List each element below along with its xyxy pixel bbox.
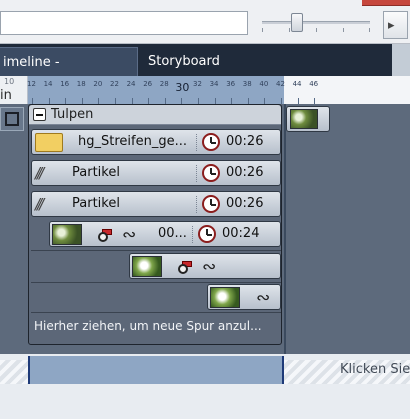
folder-title: Tulpen <box>51 107 94 122</box>
curve-icon: ∾ <box>122 225 137 245</box>
clip-duration: 00:26 <box>226 196 264 211</box>
clock-icon <box>202 195 220 213</box>
clock-icon <box>198 225 216 243</box>
search-input[interactable] <box>0 11 248 35</box>
slider-track <box>262 21 370 24</box>
clip-particle[interactable]: /// Partikel 00:26 <box>31 191 281 217</box>
clip-image-right[interactable] <box>286 106 330 132</box>
slider-tick <box>316 28 317 32</box>
particle-icon: /// <box>35 164 44 182</box>
track-divider <box>31 250 281 251</box>
bottom-selection[interactable] <box>28 356 284 384</box>
clip-duration: 00:24 <box>222 226 260 241</box>
playhead-line <box>284 104 286 354</box>
track-divider <box>31 312 281 313</box>
clip-duration: 00:26 <box>226 134 264 149</box>
mask-icon <box>98 226 114 242</box>
ruler-tick-label: 38 <box>242 80 252 88</box>
ruler-tick-label: 24 <box>126 80 136 88</box>
track-header-handle[interactable] <box>0 107 24 131</box>
track-area: Tulpen hg_Streifen_ge... 00:26 /// Parti… <box>0 104 410 354</box>
ruler-tick-label: 16 <box>60 80 70 88</box>
track-divider <box>31 282 281 283</box>
ruler-tick-label: 30 <box>175 81 190 94</box>
folder-track[interactable]: Tulpen hg_Streifen_ge... 00:26 /// Parti… <box>28 104 282 345</box>
particle-icon: /// <box>35 195 44 213</box>
collapse-icon[interactable] <box>33 108 46 121</box>
clip-name: hg_Streifen_ge... <box>78 134 187 149</box>
bottom-hint[interactable]: Klicken Sie <box>340 362 410 377</box>
slider-tick <box>343 28 344 32</box>
clip-image[interactable]: ∾ 00... 00:24 <box>49 221 281 247</box>
clip-separator <box>196 134 197 151</box>
clip-image[interactable]: ∾ <box>207 284 281 310</box>
ruler-tick-label: 40 <box>259 80 269 88</box>
toolbar: ▸ <box>0 0 410 44</box>
ruler-tick-label: 26 <box>143 80 153 88</box>
ruler-tick-label: 14 <box>43 80 53 88</box>
clock-icon <box>202 133 220 151</box>
ruler-left-number: 10 <box>4 77 15 86</box>
clip-image[interactable]: ∾ <box>129 253 281 279</box>
ruler-tick-label: 32 <box>193 80 202 88</box>
ruler-tick-label: 20 <box>93 80 103 88</box>
ruler-tick-label: 46 <box>309 80 319 88</box>
timeline-ruler[interactable]: 10 in 12 14 16 18 20 22 24 26 28 30 32 34 36 38 40 42 44… <box>0 76 410 104</box>
image-thumbnail <box>210 287 240 308</box>
chevron-right-icon: ▸ <box>388 18 395 33</box>
tab-bar: imeline - Spuransicht Storyboard <box>0 44 410 99</box>
slider-tick <box>289 28 290 32</box>
ruler-tick-label: 42 <box>276 80 285 88</box>
clip-name: Partikel <box>72 165 120 180</box>
slider-tick <box>262 28 263 32</box>
clip-folder[interactable]: hg_Streifen_ge... 00:26 <box>31 129 281 155</box>
clip-duration: 00:26 <box>226 165 264 180</box>
tab-storyboard[interactable]: Storyboard <box>138 47 246 76</box>
zoom-slider[interactable] <box>262 13 370 33</box>
tabbar-right-edge <box>392 44 410 76</box>
ruler-tick-label: 28 <box>159 80 169 88</box>
curve-icon: ∾ <box>256 288 271 308</box>
window-close-edge[interactable] <box>362 0 410 6</box>
ruler-tick-label: 36 <box>226 80 236 88</box>
drop-hint[interactable]: Hierher ziehen, um neue Spur anzul... <box>34 319 262 333</box>
slider-thumb[interactable] <box>290 13 303 32</box>
ruler-tick-label: 22 <box>110 80 119 88</box>
bottom-area: Klicken Sie <box>0 354 410 419</box>
image-thumbnail <box>290 109 318 129</box>
mask-icon <box>178 258 194 274</box>
scroll-right-button[interactable]: ▸ <box>383 11 408 39</box>
slider-tick <box>369 28 370 32</box>
clock-icon <box>202 164 220 182</box>
curve-icon: ∾ <box>202 257 217 277</box>
clip-separator <box>196 196 197 213</box>
ruler-tick-label: 34 <box>209 80 219 88</box>
frame-icon <box>5 112 19 126</box>
ruler-unselected <box>284 76 410 104</box>
clip-name: 00... <box>158 226 187 241</box>
clip-separator <box>192 226 193 243</box>
clip-separator <box>196 165 197 182</box>
image-thumbnail <box>52 224 82 245</box>
ruler-tick-label: 44 <box>292 80 302 88</box>
ruler-tick-label: 12 <box>27 80 36 88</box>
tab-timeline[interactable]: imeline - Spuransicht <box>0 47 138 99</box>
ruler-tick-label: 18 <box>76 80 86 88</box>
clip-name: Partikel <box>72 196 120 211</box>
clip-particle[interactable]: /// Partikel 00:26 <box>31 160 281 186</box>
ruler-header: 10 in <box>0 76 28 104</box>
folder-icon <box>35 133 63 152</box>
image-thumbnail <box>132 256 162 277</box>
folder-header[interactable]: Tulpen <box>29 105 281 125</box>
ruler-left-label: in <box>0 88 12 103</box>
